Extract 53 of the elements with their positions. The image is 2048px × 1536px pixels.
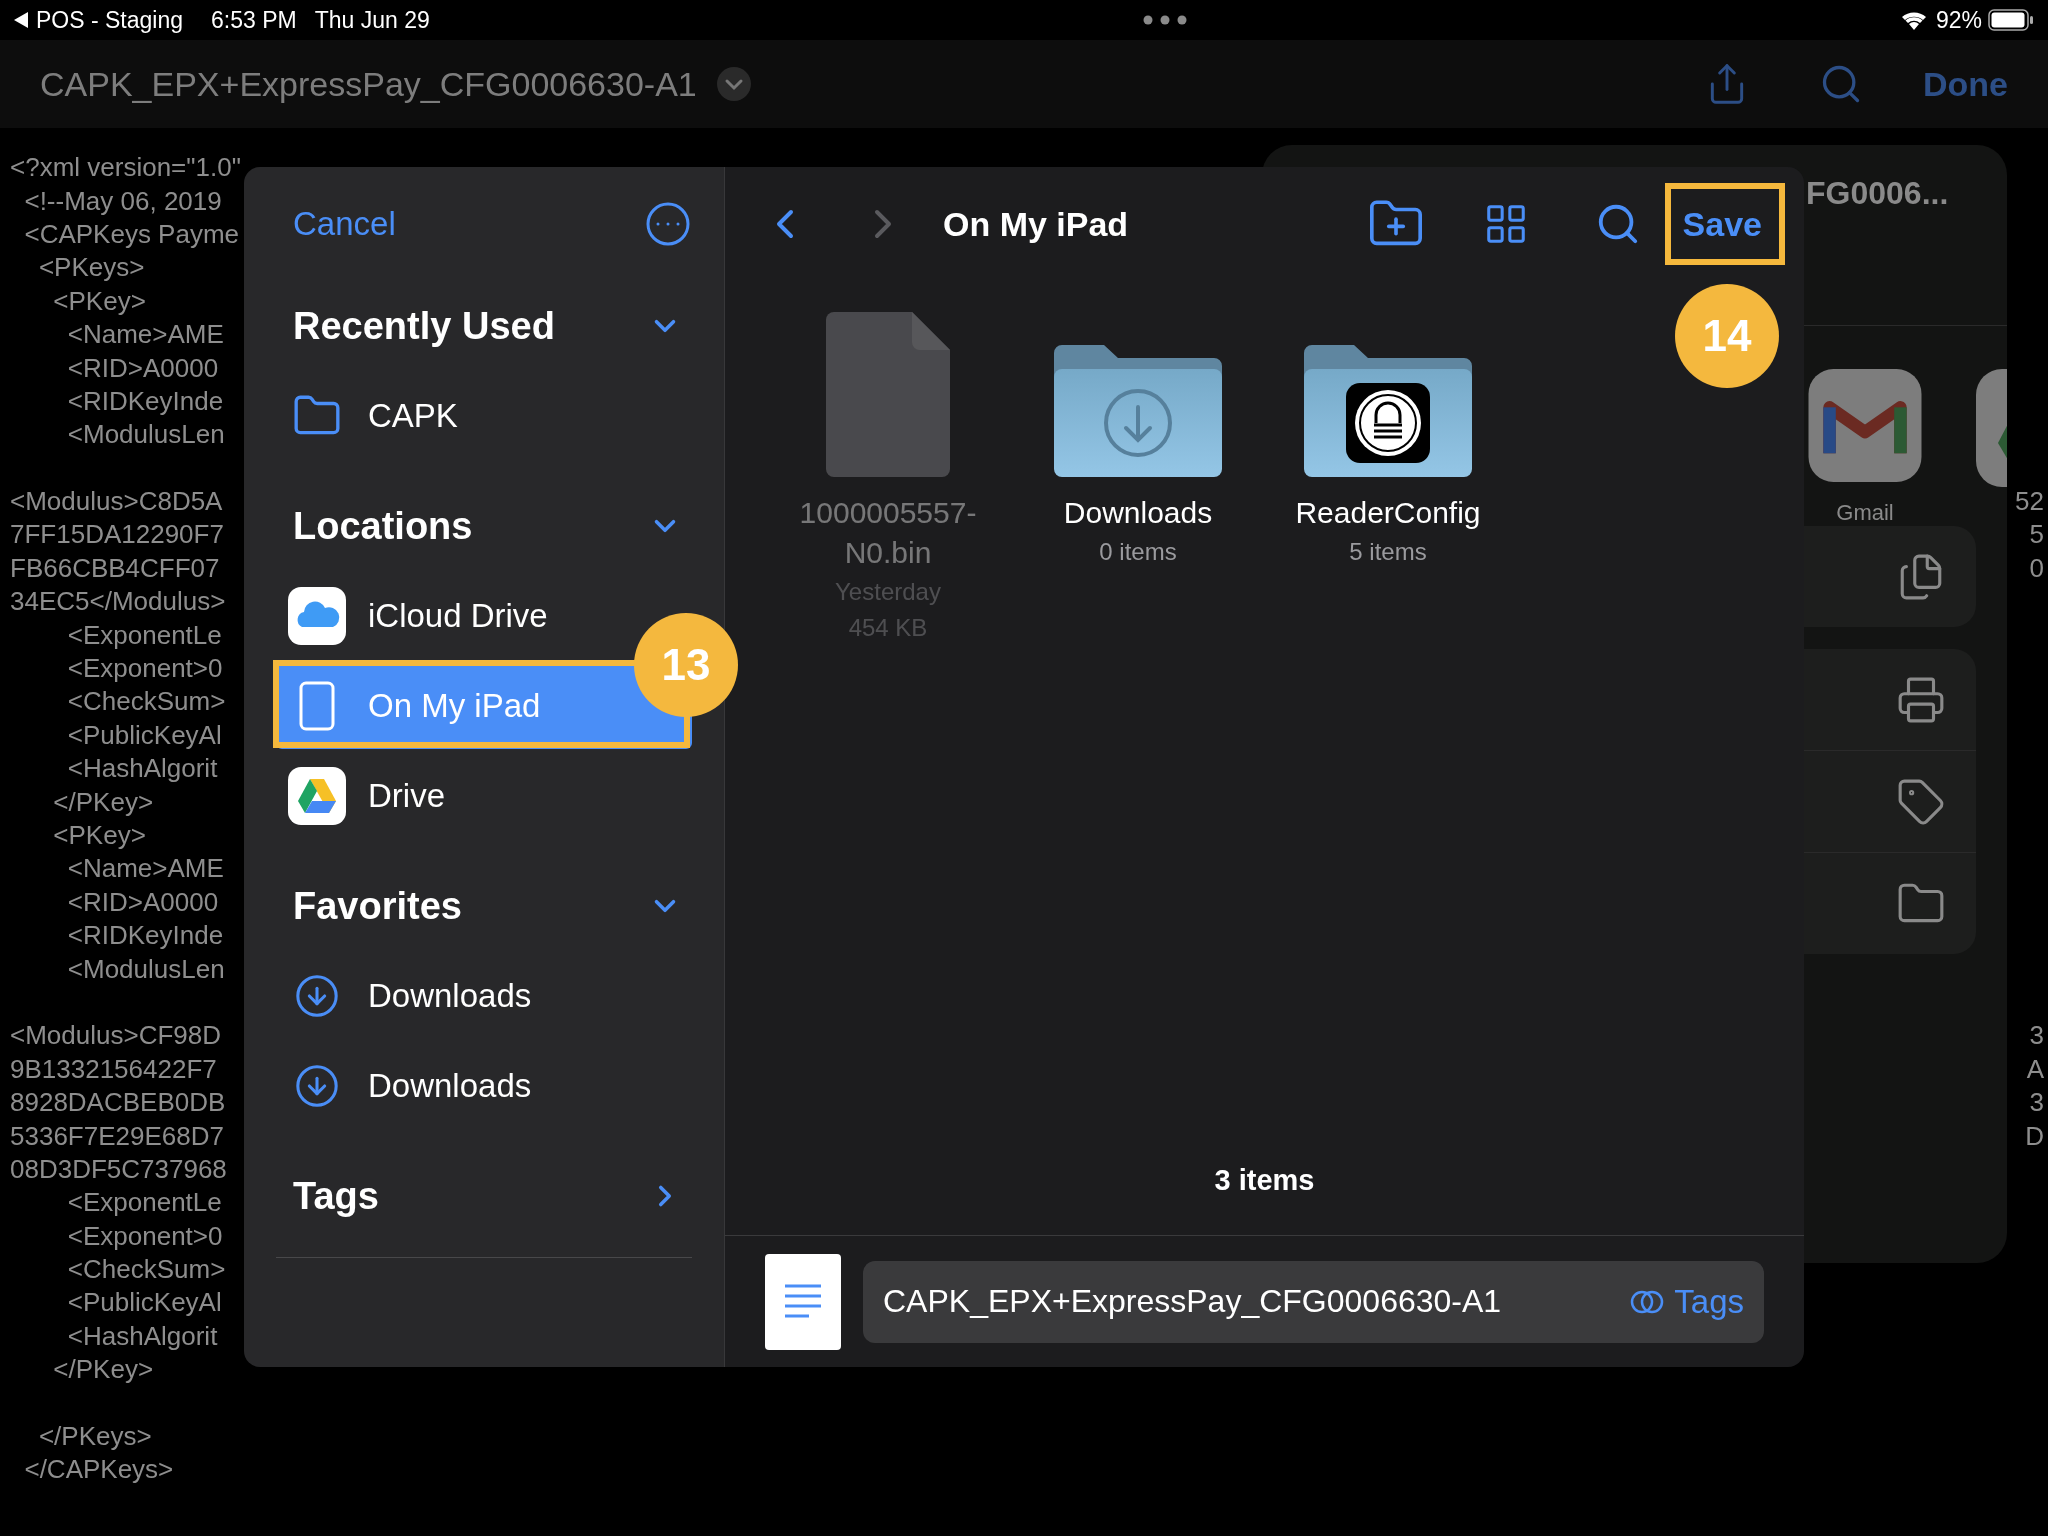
code-line: <PKeys> <box>37 252 145 284</box>
items-count: 3 items <box>1214 1164 1315 1196</box>
code-line: <ModulusLen <box>66 953 225 985</box>
code-line: 5 <box>2029 519 2044 551</box>
item-count: 5 items <box>1349 537 1427 567</box>
code-line: <HashAlgorit <box>66 753 218 785</box>
battery-percent: 92% <box>1935 6 1982 34</box>
code-line: </PKey> <box>52 1354 154 1386</box>
code-line: </PKeys> <box>37 1421 152 1453</box>
code-line: <CheckSum> <box>66 1254 226 1286</box>
code-line: <RIDKeyInde <box>66 920 224 952</box>
code-line: 3 <box>2029 1020 2044 1052</box>
code-line: <RID>A0000 <box>66 352 219 384</box>
code-line: <PKey> <box>52 285 146 317</box>
code-line: <Exponent>0 <box>66 653 223 685</box>
code-line: <Name>AME <box>66 319 224 351</box>
code-line: <CAPKeys Payme <box>23 218 240 250</box>
code-line: <RID>A0000 <box>66 886 219 918</box>
location-title: On My iPad <box>943 204 1129 244</box>
code-line: <Modulus>C8D5A <box>10 486 223 518</box>
code-line: 0 <box>2029 552 2044 584</box>
code-line: </PKey> <box>52 786 154 818</box>
code-line: <CheckSum> <box>66 686 226 718</box>
code-line: <ExponentLe <box>66 619 222 651</box>
code-line: <RIDKeyInde <box>66 385 224 417</box>
code-line: 5336F7E29E68D7 <box>10 1120 224 1152</box>
status-date: Thu Jun 29 <box>314 6 430 34</box>
code-line: <PKey> <box>52 820 146 851</box>
share-sheet-title: FG0006... <box>1806 175 1949 211</box>
code-line: </CAPKeys> <box>23 1454 174 1486</box>
code-line: <Exponent>0 <box>66 1220 223 1252</box>
code-line: <ExponentLe <box>66 1187 222 1219</box>
code-line: 8928DACBEB0DB <box>10 1087 226 1119</box>
item-count: 0 items <box>1099 537 1177 567</box>
code-line: <?xml version="1.0" <box>10 152 241 184</box>
app-label: Gmail <box>1836 500 1894 526</box>
code-line: 08D3DF5C737968 <box>10 1153 227 1185</box>
code-line: <Name>AME <box>66 853 224 885</box>
code-line: FB66CBB4CFF07 <box>10 552 220 584</box>
code-line: A <box>2026 1053 2044 1085</box>
code-line: 34EC5</Modulus> <box>10 586 226 618</box>
code-line: 3 <box>2029 1087 2044 1119</box>
code-line: 52 <box>2015 486 2044 518</box>
code-line: <!--May 06, 2019 <box>23 185 222 217</box>
code-line: 7FF15DA12290F7 <box>10 519 224 551</box>
code-line: <PublicKeyAl <box>66 1287 222 1319</box>
code-line: <HashAlgorit <box>66 1320 218 1352</box>
code-line: <ModulusLen <box>66 419 225 451</box>
code-line: 9B1332156422F7 <box>10 1053 217 1085</box>
code-line: D <box>2025 1120 2044 1152</box>
code-line: <Modulus>CF98D <box>10 1020 221 1052</box>
code-line: <PublicKeyAl <box>66 719 222 751</box>
status-time: 6:53 PM <box>211 6 297 34</box>
